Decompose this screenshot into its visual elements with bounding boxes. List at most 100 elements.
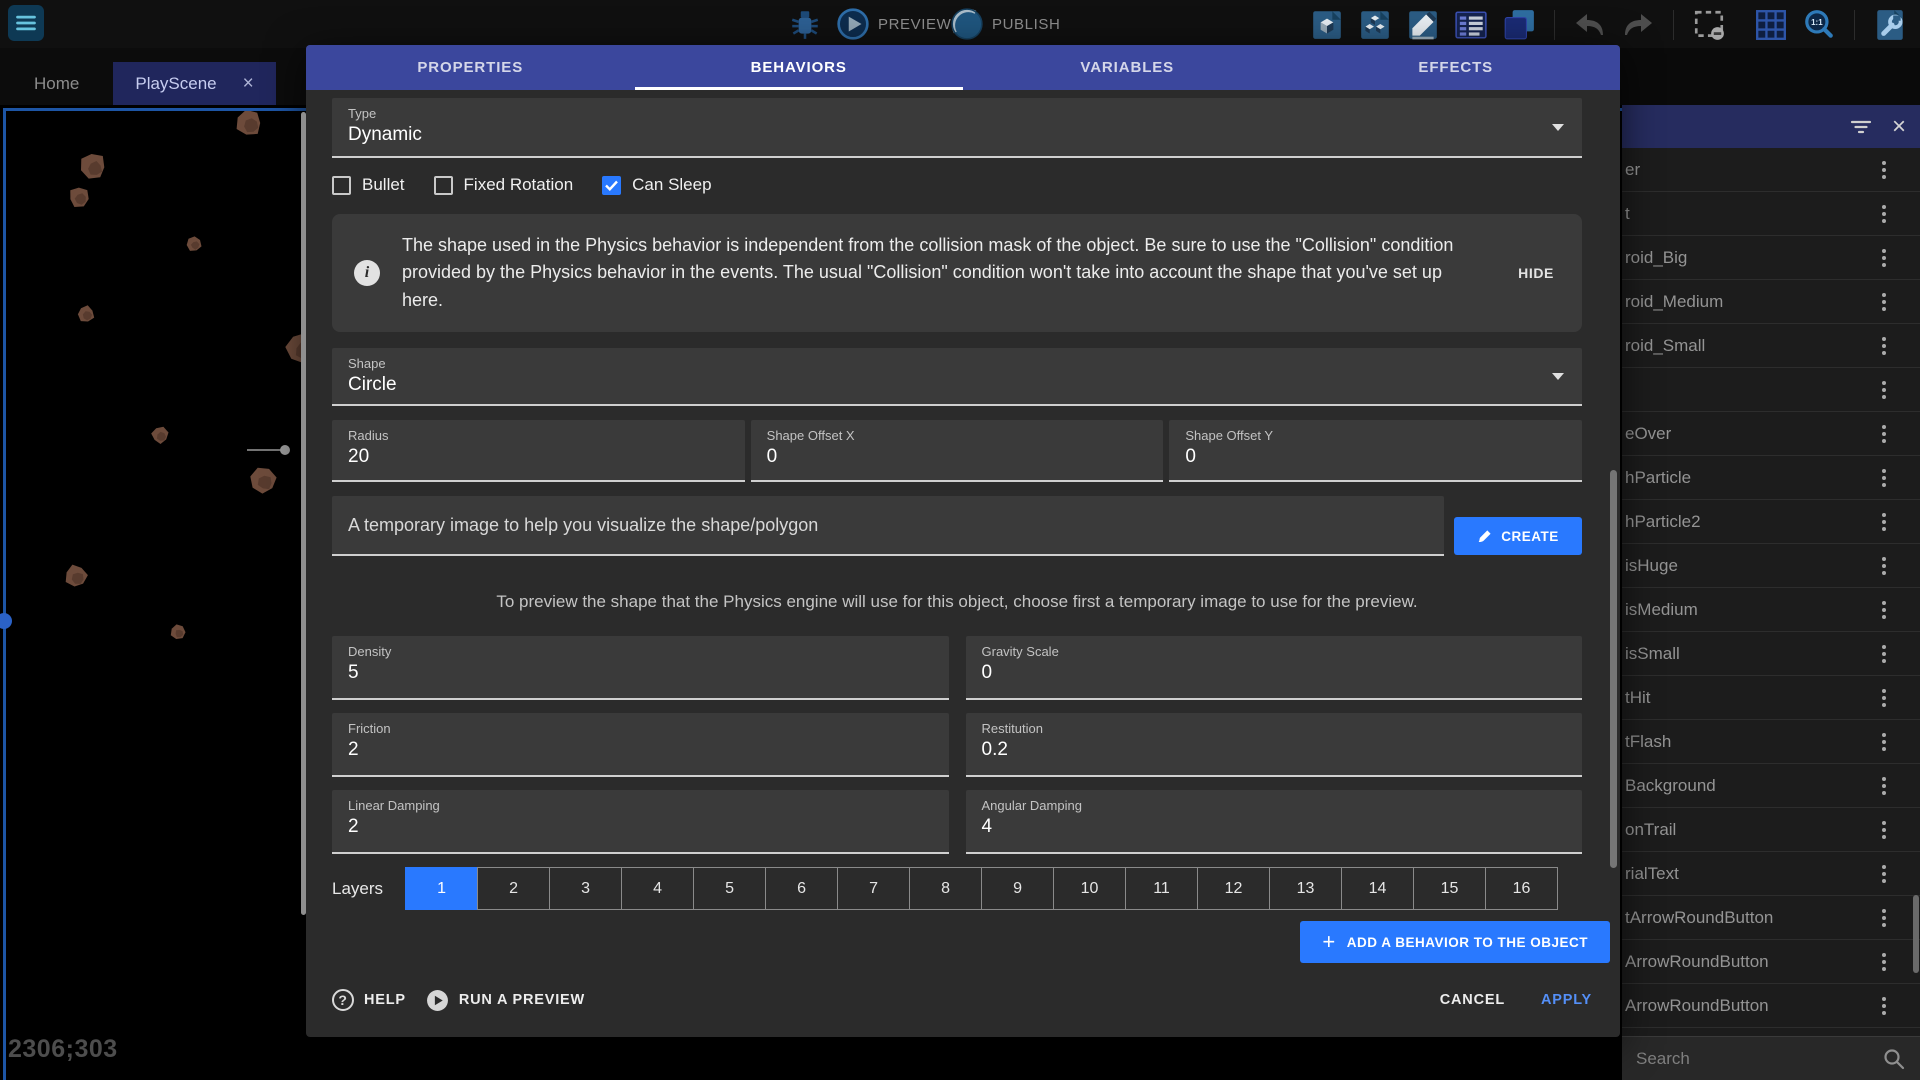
- numeric-field[interactable]: Density 5: [332, 636, 949, 700]
- main-menu-button[interactable]: [8, 5, 44, 41]
- object-menu-kebab-icon[interactable]: [1878, 993, 1890, 1019]
- shape-select[interactable]: Shape Circle: [332, 348, 1582, 406]
- checkbox[interactable]: Can Sleep: [602, 175, 711, 195]
- numeric-field[interactable]: Linear Damping 2: [332, 790, 949, 854]
- bullet[interactable]: [280, 445, 290, 455]
- object-menu-kebab-icon[interactable]: [1878, 773, 1890, 799]
- events-list-icon[interactable]: [1452, 6, 1490, 44]
- object-menu-kebab-icon[interactable]: [1878, 289, 1890, 315]
- object-list-item[interactable]: tFlash: [1622, 720, 1920, 764]
- object-list-item[interactable]: Background: [1622, 764, 1920, 808]
- object-menu-kebab-icon[interactable]: [1878, 553, 1890, 579]
- object-list-item[interactable]: isSmall: [1622, 632, 1920, 676]
- object-menu-kebab-icon[interactable]: [1878, 905, 1890, 931]
- numeric-field[interactable]: Friction 2: [332, 713, 949, 777]
- layer-toggle[interactable]: 10: [1053, 867, 1126, 910]
- shape-param-field[interactable]: Shape Offset X 0: [751, 420, 1164, 482]
- object-list-item[interactable]: hParticle2: [1622, 500, 1920, 544]
- checkbox-box[interactable]: [602, 176, 621, 195]
- publish-button[interactable]: PUBLISH: [950, 0, 1060, 48]
- dialog-scrollbar-thumb[interactable]: [1610, 470, 1617, 868]
- checkbox-box[interactable]: [434, 176, 453, 195]
- layer-toggle[interactable]: 6: [765, 867, 838, 910]
- tab-close-icon[interactable]: ×: [243, 73, 254, 94]
- object-menu-kebab-icon[interactable]: [1878, 729, 1890, 755]
- object-list-item[interactable]: roid_Big: [1622, 236, 1920, 280]
- checkbox[interactable]: Bullet: [332, 175, 405, 195]
- dialog-tab[interactable]: VARIABLES: [963, 45, 1292, 90]
- layer-toggle[interactable]: 16: [1485, 867, 1558, 910]
- object-groups-icon[interactable]: [1356, 6, 1394, 44]
- object-menu-kebab-icon[interactable]: [1878, 157, 1890, 183]
- object-menu-kebab-icon[interactable]: [1878, 685, 1890, 711]
- object-list-item[interactable]: tArrowRoundButton: [1622, 896, 1920, 940]
- panel-close-icon[interactable]: ×: [1892, 115, 1906, 139]
- object-menu-kebab-icon[interactable]: [1878, 201, 1890, 227]
- objects-editor-icon[interactable]: [1308, 6, 1346, 44]
- layer-toggle[interactable]: 12: [1197, 867, 1270, 910]
- debug-icon[interactable]: [788, 7, 822, 41]
- object-list-item[interactable]: hParticle: [1622, 456, 1920, 500]
- object-list-item[interactable]: isMedium: [1622, 588, 1920, 632]
- layer-toggle[interactable]: 9: [981, 867, 1054, 910]
- object-list-item[interactable]: tHit: [1622, 676, 1920, 720]
- help-button[interactable]: ? HELP: [332, 989, 406, 1011]
- layer-toggle[interactable]: 4: [621, 867, 694, 910]
- object-menu-kebab-icon[interactable]: [1878, 817, 1890, 843]
- object-menu-kebab-icon[interactable]: [1878, 333, 1890, 359]
- filter-icon[interactable]: [1850, 118, 1872, 136]
- redo-icon[interactable]: [1619, 6, 1657, 44]
- undo-icon[interactable]: [1571, 6, 1609, 44]
- layer-toggle[interactable]: 15: [1413, 867, 1486, 910]
- editor-tab[interactable]: PlayScene×: [113, 62, 275, 105]
- apply-button[interactable]: APPLY: [1541, 992, 1592, 1008]
- numeric-field[interactable]: Angular Damping 4: [966, 790, 1583, 854]
- object-menu-kebab-icon[interactable]: [1878, 245, 1890, 271]
- layer-toggle[interactable]: 11: [1125, 867, 1198, 910]
- object-menu-kebab-icon[interactable]: [1878, 465, 1890, 491]
- preview-button[interactable]: PREVIEW: [836, 0, 951, 48]
- hide-button[interactable]: HIDE: [1518, 265, 1560, 281]
- panel-scrollbar-thumb[interactable]: [1913, 895, 1919, 973]
- layer-toggle[interactable]: 3: [549, 867, 622, 910]
- cancel-button[interactable]: CANCEL: [1440, 992, 1505, 1008]
- object-list-item[interactable]: [1622, 368, 1920, 412]
- objects-search-input[interactable]: [1636, 1049, 1882, 1069]
- layers-icon[interactable]: [1500, 6, 1538, 44]
- run-preview-button[interactable]: RUN A PREVIEW: [426, 989, 585, 1012]
- selection-mask-icon[interactable]: [1690, 6, 1728, 44]
- editor-tab[interactable]: Home×: [12, 62, 101, 105]
- layer-toggle[interactable]: 1: [405, 867, 478, 910]
- zoom-original-icon[interactable]: 1:1: [1800, 6, 1838, 44]
- scene-vertical-scrollbar[interactable]: [3, 108, 6, 1080]
- object-list-item[interactable]: roid_Medium: [1622, 280, 1920, 324]
- dialog-tab[interactable]: BEHAVIORS: [635, 45, 964, 90]
- object-list-item[interactable]: isHuge: [1622, 544, 1920, 588]
- type-select[interactable]: Type Dynamic: [332, 98, 1582, 158]
- dialog-tab[interactable]: PROPERTIES: [306, 45, 635, 90]
- layer-toggle[interactable]: 13: [1269, 867, 1342, 910]
- add-behavior-button[interactable]: + ADD A BEHAVIOR TO THE OBJECT: [1300, 921, 1610, 963]
- numeric-field[interactable]: Restitution 0.2: [966, 713, 1583, 777]
- object-menu-kebab-icon[interactable]: [1878, 597, 1890, 623]
- layer-toggle[interactable]: 8: [909, 867, 982, 910]
- object-menu-kebab-icon[interactable]: [1878, 861, 1890, 887]
- dialog-left-scrollbar-thumb[interactable]: [301, 112, 306, 915]
- shape-param-field[interactable]: Radius 20: [332, 420, 745, 482]
- project-settings-wrench-icon[interactable]: [1871, 6, 1909, 44]
- create-button[interactable]: CREATE: [1454, 517, 1582, 555]
- object-menu-kebab-icon[interactable]: [1878, 509, 1890, 535]
- object-menu-kebab-icon[interactable]: [1878, 641, 1890, 667]
- layer-toggle[interactable]: 2: [477, 867, 550, 910]
- object-list-item[interactable]: ArrowRoundButton: [1622, 940, 1920, 984]
- object-list-item[interactable]: t: [1622, 192, 1920, 236]
- object-list-item[interactable]: eOver: [1622, 412, 1920, 456]
- layer-toggle[interactable]: 7: [837, 867, 910, 910]
- numeric-field[interactable]: Gravity Scale 0: [966, 636, 1583, 700]
- shape-param-field[interactable]: Shape Offset Y 0: [1169, 420, 1582, 482]
- dialog-tab[interactable]: EFFECTS: [1292, 45, 1621, 90]
- object-list-item[interactable]: ArrowRoundButton: [1622, 984, 1920, 1028]
- layer-toggle[interactable]: 5: [693, 867, 766, 910]
- scene-properties-icon[interactable]: [1404, 6, 1442, 44]
- object-list-item[interactable]: roid_Small: [1622, 324, 1920, 368]
